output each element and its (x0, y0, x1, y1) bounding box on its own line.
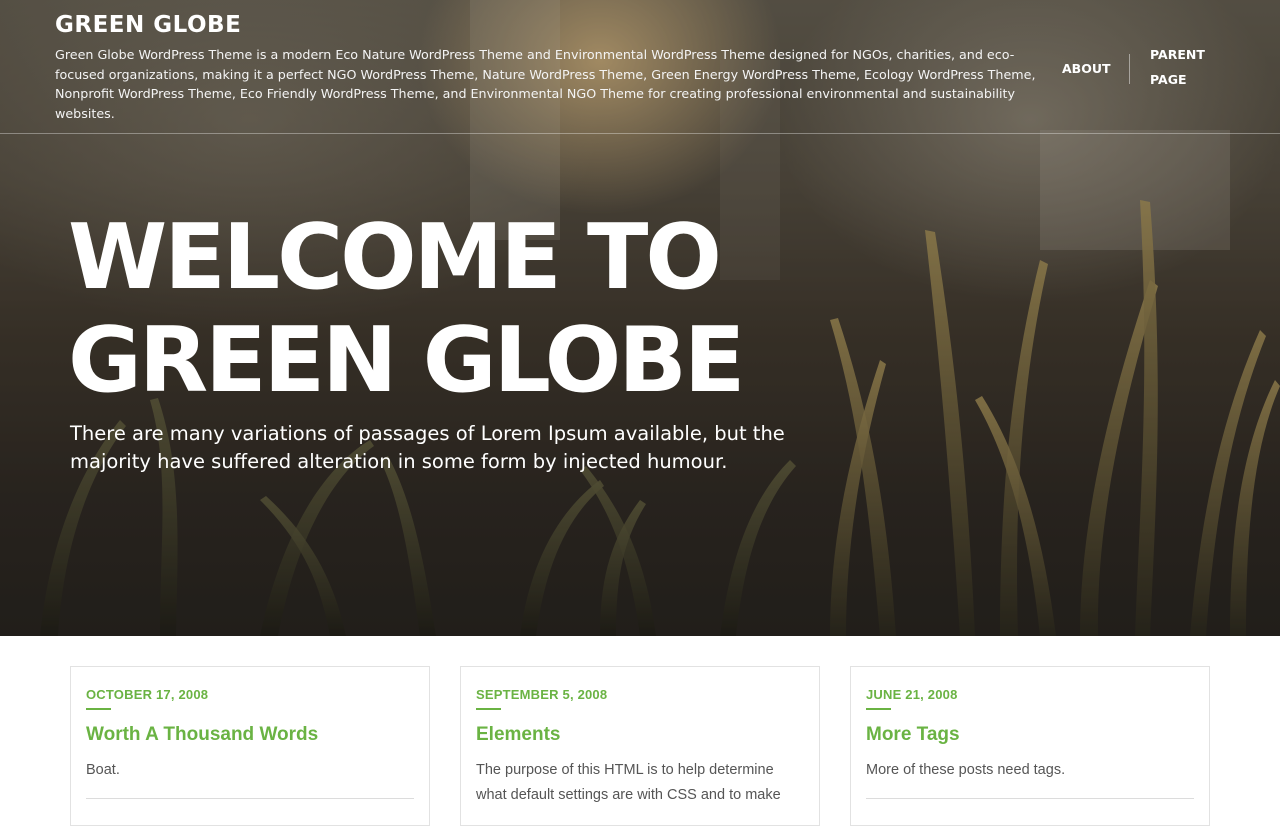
post-date-link[interactable]: SEPTEMBER 5, 2008 (476, 687, 607, 702)
post-excerpt: The purpose of this HTML is to help dete… (476, 762, 781, 803)
nav-item-about[interactable]: ABOUT (1062, 56, 1111, 81)
post-date-link[interactable]: OCTOBER 17, 2008 (86, 687, 208, 702)
post-title-link[interactable]: Worth A Thousand Words (86, 724, 414, 746)
post-title-link[interactable]: More Tags (866, 724, 1194, 746)
hero-subtitle: There are many variations of passages of… (70, 422, 785, 473)
post-date-link[interactable]: JUNE 21, 2008 (866, 687, 958, 702)
date-underline (476, 708, 501, 710)
post-card: JUNE 21, 2008 More Tags More of these po… (850, 666, 1210, 826)
site-header: GREEN GLOBE Green Globe WordPress Theme … (0, 0, 1280, 134)
nav-divider (1129, 54, 1130, 84)
post-divider (86, 798, 414, 799)
site-title-link[interactable]: GREEN GLOBE (55, 12, 241, 38)
hero-title: WELCOME TO GREEN GLOBE (68, 206, 828, 412)
nav-item-parent-page[interactable]: PARENT PAGE (1150, 42, 1220, 92)
post-grid: OCTOBER 17, 2008 Worth A Thousand Words … (70, 666, 1210, 826)
primary-nav: ABOUT PARENT PAGE (1040, 42, 1230, 94)
post-card: SEPTEMBER 5, 2008 Elements The purpose o… (460, 666, 820, 826)
hero-title-line-2: GREEN GLOBE (68, 308, 745, 413)
post-excerpt: Boat. (86, 762, 120, 778)
hero-title-line-1: WELCOME TO (68, 205, 722, 310)
hero-banner: GREEN GLOBE Green Globe WordPress Theme … (0, 0, 1280, 636)
post-excerpt: More of these posts need tags. (866, 762, 1066, 778)
post-divider (866, 798, 1194, 799)
date-underline (86, 708, 111, 710)
date-underline (866, 708, 891, 710)
post-title-link[interactable]: Elements (476, 724, 804, 746)
site-description: Green Globe WordPress Theme is a modern … (55, 47, 1036, 121)
post-card: OCTOBER 17, 2008 Worth A Thousand Words … (70, 666, 430, 826)
